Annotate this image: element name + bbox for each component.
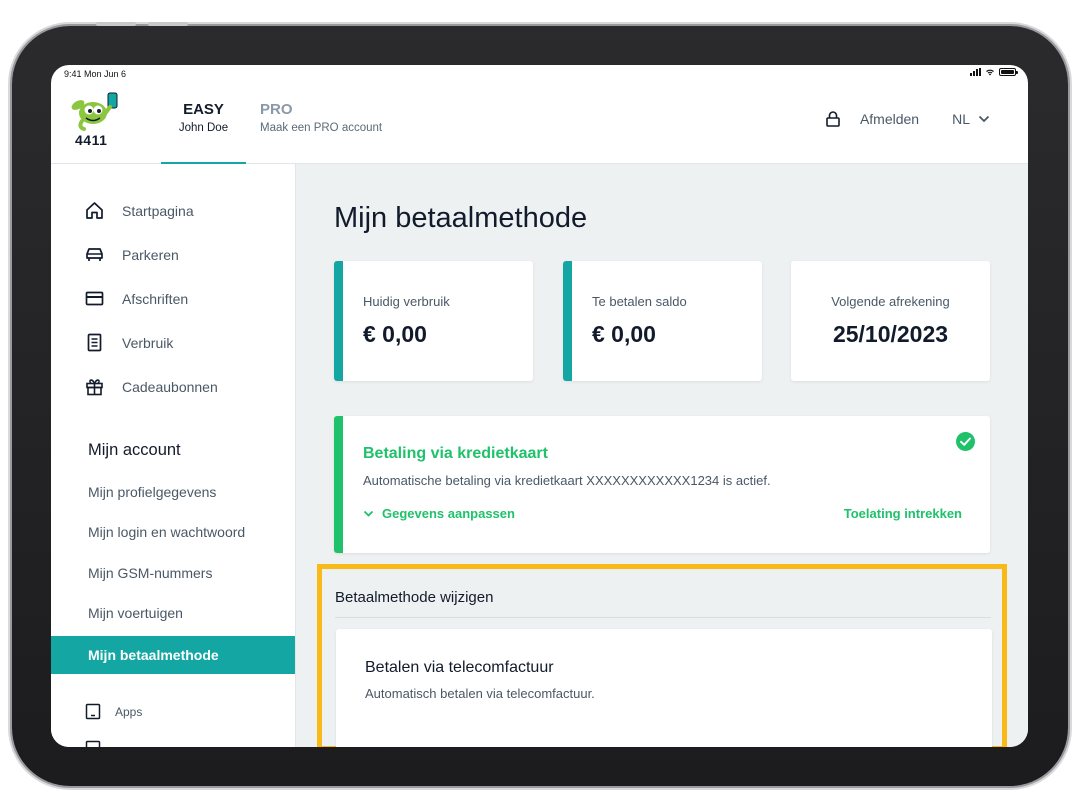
app-screen: 9:41 Mon Jun 6 4411 EASY John Doe PRO Ma…: [51, 65, 1028, 747]
edit-details-button[interactable]: Gegevens aanpassen: [363, 506, 515, 521]
sidebar-link-gsm[interactable]: Mijn GSM-nummers: [88, 565, 212, 581]
stat-label: Huidig verbruik: [363, 294, 450, 309]
logo-text: 4411: [75, 132, 108, 148]
battery-icon: [999, 68, 1018, 76]
status-time: 9:41 Mon Jun 6: [64, 69, 127, 79]
sidebar: Startpagina Parkeren Afschriften Verbrui…: [51, 164, 296, 747]
tab-pro-title: PRO: [260, 101, 293, 118]
language-select[interactable]: NL: [952, 111, 990, 127]
sidebar-link-betaalmethode[interactable]: Mijn betaalmethode: [51, 636, 295, 674]
stat-card-verbruik: Huidig verbruik € 0,00: [334, 261, 533, 381]
option-description: Automatisch betalen via telecomfactuur.: [365, 686, 595, 701]
sidebar-item-parkeren[interactable]: Parkeren: [85, 245, 179, 264]
lock-icon: [826, 111, 840, 127]
sidebar-item-label: Startpagina: [122, 202, 194, 219]
payment-method-card: Betaling via kredietkaart Automatische b…: [334, 416, 990, 553]
tab-pro-account[interactable]: PRO Maak een PRO account: [260, 101, 382, 134]
volume-button: [96, 22, 136, 26]
volume-button: [148, 22, 188, 26]
wifi-icon: [986, 69, 994, 76]
sidebar-item-more[interactable]: [85, 740, 115, 747]
sidebar-link-login[interactable]: Mijn login en wachtwoord: [88, 524, 245, 540]
page-title: Mijn betaalmethode: [334, 202, 588, 234]
app-header: 4411 EASY John Doe PRO Maak een PRO acco…: [51, 83, 1028, 164]
language-label: NL: [952, 111, 970, 127]
chevron-down-icon: [363, 510, 374, 517]
sidebar-item-afschriften[interactable]: Afschriften: [85, 289, 188, 308]
stat-value: € 0,00: [363, 321, 427, 347]
card-icon: [85, 291, 104, 306]
tab-pro-subtitle: Maak een PRO account: [260, 122, 383, 134]
sidebar-item-cadeaubonnen[interactable]: Cadeaubonnen: [85, 377, 218, 396]
chevron-down-icon: [978, 115, 990, 123]
sidebar-item-label: Verbruik: [122, 334, 174, 351]
sidebar-item-label: Afschriften: [122, 290, 189, 307]
header-actions: Afmelden NL: [826, 111, 990, 127]
tab-easy-user: John Doe: [178, 122, 229, 134]
edit-details-label: Gegevens aanpassen: [382, 506, 515, 521]
signal-icon: [970, 68, 981, 76]
stat-label: Volgende afrekening: [831, 294, 950, 309]
tab-easy-account[interactable]: EASY John Doe: [161, 101, 246, 164]
account-section-title: Mijn account: [88, 441, 181, 459]
payment-title: Betaling via kredietkaart: [363, 445, 548, 462]
option-title: Betalen via telecomfactuur: [365, 659, 554, 676]
tab-easy-title: EASY: [183, 101, 224, 118]
stat-card-afrekening: Volgende afrekening 25/10/2023: [791, 261, 990, 381]
system-indicators: [970, 68, 1018, 76]
change-payment-section: Betaalmethode wijzigen Betalen via telec…: [317, 564, 1007, 747]
telecom-payment-option[interactable]: Betalen via telecomfactuur Automatisch b…: [336, 629, 992, 747]
sidebar-item-label: Apps: [115, 704, 143, 719]
gift-icon: [86, 379, 103, 396]
revoke-permission-link[interactable]: Toelating intrekken: [844, 506, 962, 521]
stat-value: € 0,00: [592, 321, 656, 347]
home-icon: [86, 202, 103, 219]
car-icon: [86, 248, 103, 261]
divider: [335, 617, 991, 618]
document-icon: [87, 333, 102, 352]
sidebar-link-voertuigen[interactable]: Mijn voertuigen: [88, 605, 183, 621]
payment-description: Automatische betaling via kredietkaart X…: [363, 473, 771, 488]
sidebar-item-label: Parkeren: [122, 246, 179, 263]
sidebar-link-profiel[interactable]: Mijn profielgegevens: [88, 484, 216, 500]
main-content: Mijn betaalmethode Huidig verbruik € 0,0…: [296, 164, 1028, 747]
sidebar-item-startpagina[interactable]: Startpagina: [85, 201, 194, 220]
status-bar: 9:41 Mon Jun 6: [51, 65, 1028, 83]
change-section-title: Betaalmethode wijzigen: [335, 589, 494, 606]
check-circle-icon: [956, 432, 975, 451]
sidebar-item-label: Cadeaubonnen: [122, 378, 218, 395]
list-icon: [85, 740, 101, 747]
stat-card-saldo: Te betalen saldo € 0,00: [563, 261, 762, 381]
sidebar-item-verbruik[interactable]: Verbruik: [85, 333, 173, 352]
sidebar-item-apps[interactable]: Apps: [85, 703, 142, 720]
stat-value: 25/10/2023: [832, 321, 949, 347]
tablet-icon: [85, 703, 101, 720]
stat-label: Te betalen saldo: [592, 294, 687, 309]
logout-link[interactable]: Afmelden: [860, 111, 919, 127]
